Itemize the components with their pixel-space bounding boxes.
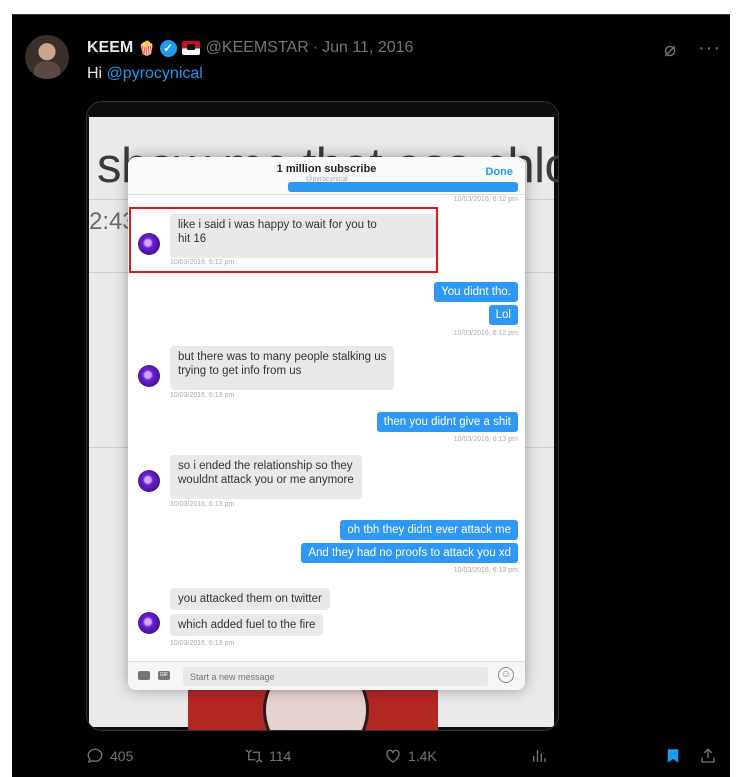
message-text: trying to get info from us	[178, 365, 302, 377]
mention-link[interactable]: @pyrocynical	[107, 65, 203, 82]
tweet-header: KEEM 🍿 ✓ @KEEMSTAR · Jun 11, 2016	[87, 37, 413, 59]
like-button[interactable]: 1.4K	[384, 747, 437, 765]
message-text: so i ended the relationship so they	[178, 460, 353, 472]
compose-bar: GIF ☺	[128, 661, 525, 690]
compose-input	[183, 667, 488, 686]
media-video[interactable]: show me that ass chlorc 2:43 1 million s…	[86, 101, 559, 731]
tweet-date[interactable]: Jun 11, 2016	[322, 39, 413, 57]
heart-icon	[386, 749, 400, 763]
dm-avatar	[138, 470, 160, 492]
more-icon[interactable]: ···	[698, 37, 721, 60]
done-button: Done	[485, 166, 514, 178]
dm-title: 1 million subscribe	[276, 163, 377, 175]
dm-avatar	[138, 612, 160, 634]
reply-icon	[87, 748, 103, 764]
share-icon[interactable]	[699, 747, 723, 765]
camera-icon	[138, 671, 150, 680]
tweet-text: Hi @pyrocynical	[87, 65, 203, 83]
message-out: And they had no proofs to attack you xd	[301, 543, 518, 563]
tweet-text-prefix: Hi	[87, 65, 107, 82]
message-out: You didnt tho.	[434, 282, 518, 302]
message-out-partial	[288, 182, 518, 192]
author-name[interactable]: KEEM	[87, 39, 133, 57]
affiliate-badge-icon	[181, 41, 200, 55]
reply-count: 405	[110, 748, 134, 764]
message-timestamp: 10/03/2016, 6:13 pm	[170, 392, 235, 399]
tweet-card: KEEM 🍿 ✓ @KEEMSTAR · Jun 11, 2016 Hi @py…	[12, 14, 730, 777]
grok-icon[interactable]: ⌀	[664, 37, 676, 62]
bookmark-icon[interactable]	[664, 747, 688, 765]
emoji-icon: ☺	[498, 667, 514, 683]
retweet-button[interactable]: 114	[245, 747, 291, 765]
separator: ·	[312, 39, 319, 56]
message-timestamp: 10/03/2016, 6:13 pm	[453, 567, 518, 574]
analytics-icon	[533, 750, 546, 762]
message-in: so i ended the relationship so they woul…	[170, 455, 362, 499]
like-count: 1.4K	[408, 748, 437, 764]
message-in: but there was to many people stalking us…	[170, 346, 395, 390]
dm-avatar	[138, 365, 160, 387]
avatar[interactable]	[25, 35, 69, 79]
message-in: which added fuel to the fire	[170, 614, 324, 636]
author-handle[interactable]: @KEEMSTAR	[206, 39, 309, 57]
message-timestamp: 10/03/2016, 6:13 pm	[170, 501, 235, 508]
message-text: wouldnt attack you or me anymore	[178, 474, 354, 486]
gif-icon: GIF	[158, 671, 170, 680]
reply-button[interactable]: 405	[86, 747, 133, 765]
popcorn-icon: 🍿	[138, 39, 156, 56]
message-timestamp: 10/03/2016, 6:12 pm	[453, 330, 518, 337]
dm-screenshot: 1 million subscribe @pyrocynical Done 10…	[128, 157, 525, 690]
highlight-box	[129, 207, 438, 273]
message-out: then you didnt give a shit	[376, 412, 518, 432]
message-text: but there was to many people stalking us	[178, 351, 387, 363]
message-in: you attacked them on twitter	[170, 588, 330, 610]
message-timestamp: 10/03/2016, 6:13 pm	[170, 640, 235, 647]
message-timestamp: 10/03/2016, 6:13 pm	[453, 436, 518, 443]
verified-badge-icon: ✓	[159, 39, 177, 57]
retweet-icon	[245, 749, 263, 763]
message-out: Lol	[488, 305, 518, 325]
views-button[interactable]	[530, 747, 554, 765]
message-out: oh tbh they didnt ever attack me	[340, 520, 518, 540]
action-bar: 405 114 1.4K	[12, 747, 730, 771]
message-timestamp: 10/03/2016, 6:12 pm	[453, 196, 518, 203]
retweet-count: 114	[269, 748, 292, 764]
